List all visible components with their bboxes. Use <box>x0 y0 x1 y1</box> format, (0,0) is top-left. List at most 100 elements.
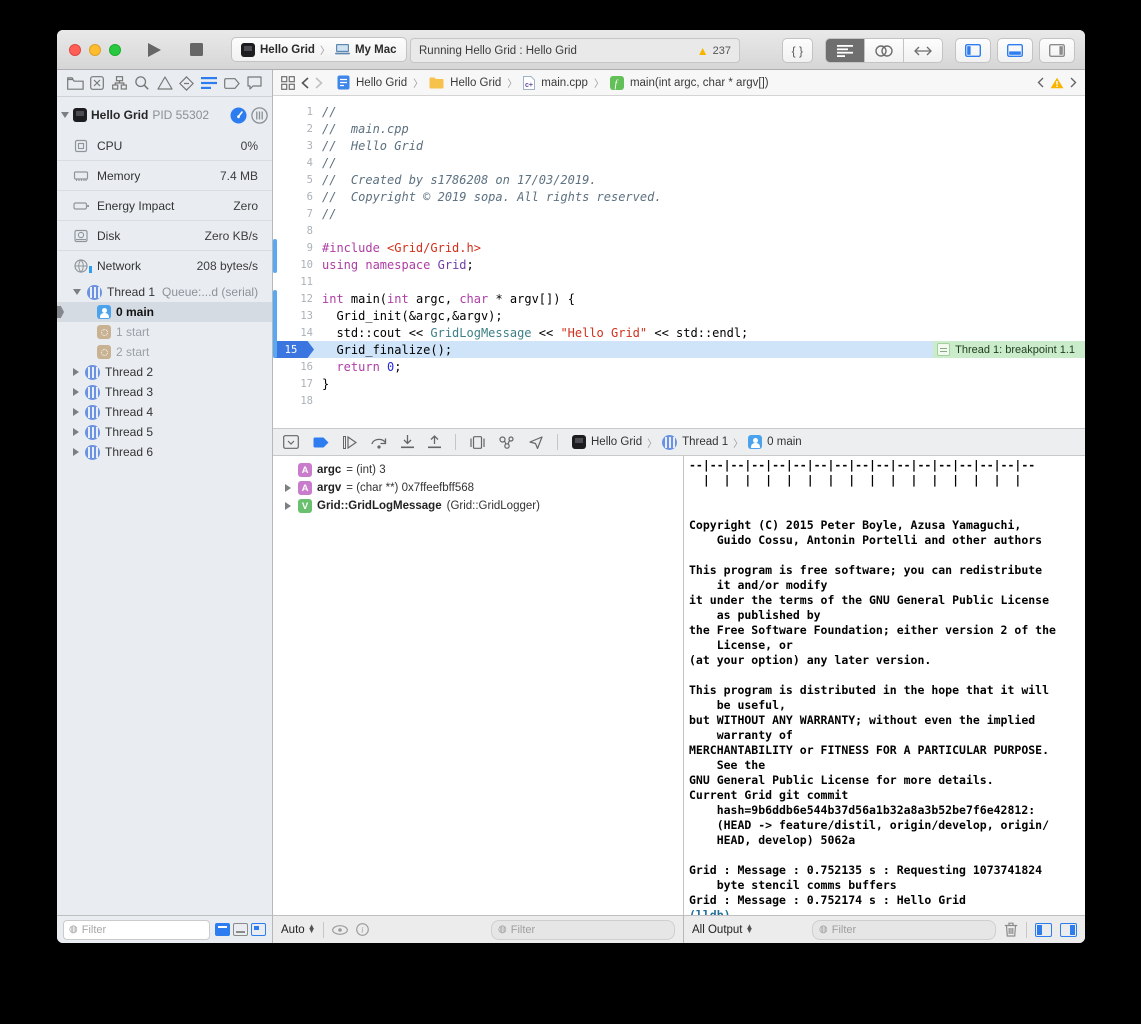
version-editor-button[interactable] <box>904 39 942 62</box>
quick-look-icon[interactable] <box>332 925 348 935</box>
line-number[interactable]: 1 <box>273 106 322 118</box>
source-control-navigator-icon[interactable] <box>87 73 107 93</box>
inspector-toggle-button[interactable] <box>1039 38 1075 63</box>
code-line[interactable]: 17} <box>273 375 1085 392</box>
report-navigator-icon[interactable] <box>244 73 264 93</box>
view-process-by-queue-icon[interactable] <box>251 107 268 124</box>
line-number[interactable]: 18 <box>273 395 322 407</box>
variables-view[interactable]: Aargc= (int) 3Aargv= (char **) 0x7ffeefb… <box>273 456 684 915</box>
thread-row[interactable]: Thread 4 <box>57 402 272 422</box>
breakpoint-navigator-icon[interactable] <box>222 73 242 93</box>
info-icon[interactable]: i <box>356 923 369 936</box>
show-variables-view-button[interactable] <box>1035 923 1052 937</box>
line-number[interactable]: 8 <box>273 225 322 237</box>
run-button[interactable] <box>147 42 162 58</box>
crumb-process[interactable]: Hello Grid <box>591 436 642 448</box>
code-line[interactable]: 8 <box>273 222 1085 239</box>
crumb-frame[interactable]: 0 main <box>767 436 802 448</box>
view-ui-icon[interactable] <box>251 923 266 936</box>
source-editor[interactable]: 1//2// main.cpp3// Hello Grid4//5// Crea… <box>273 96 1085 428</box>
console-filter-field[interactable]: ◍ Filter <box>812 920 996 940</box>
debug-view-hierarchy-button[interactable] <box>470 436 485 449</box>
code-line[interactable]: 4// <box>273 154 1085 171</box>
gauge-row[interactable]: Energy ImpactZero <box>57 190 272 220</box>
assistant-editor-button[interactable] <box>865 39 904 62</box>
step-into-button[interactable] <box>401 435 414 449</box>
project-navigator-icon[interactable] <box>65 73 85 93</box>
scheme-selector[interactable]: Hello Grid 〉 My Mac <box>231 37 407 62</box>
standard-editor-button[interactable] <box>826 39 865 62</box>
line-number[interactable]: 11 <box>273 276 322 288</box>
crumb-project[interactable]: Hello Grid <box>356 77 407 89</box>
test-navigator-icon[interactable] <box>177 73 197 93</box>
thread-row[interactable]: Thread 1Queue:...d (serial) <box>57 282 272 302</box>
stack-frame-row[interactable]: 2 start <box>57 342 272 362</box>
issue-warning-icon[interactable] <box>1050 77 1064 89</box>
variables-filter-field[interactable]: ◍ Filter <box>491 920 675 940</box>
code-line[interactable]: 11 <box>273 273 1085 290</box>
line-number[interactable]: 6 <box>273 191 322 203</box>
code-line[interactable]: 3// Hello Grid <box>273 137 1085 154</box>
code-line[interactable]: 18 <box>273 392 1085 409</box>
related-items-icon[interactable] <box>281 76 295 90</box>
show-console-button[interactable] <box>1060 923 1077 937</box>
crumb-group[interactable]: Hello Grid <box>450 77 501 89</box>
stack-frame-row[interactable]: 1 start <box>57 322 272 342</box>
code-line[interactable]: 9#include <Grid/Grid.h> <box>273 239 1085 256</box>
code-line[interactable]: 2// main.cpp <box>273 120 1085 137</box>
output-selector[interactable]: All Output▲▼ <box>692 924 752 936</box>
breakpoint-marker[interactable]: 15 <box>274 341 314 358</box>
zoom-button[interactable] <box>109 44 121 56</box>
symbol-navigator-icon[interactable] <box>110 73 130 93</box>
line-number[interactable]: 14 <box>273 327 322 339</box>
continue-button[interactable] <box>343 436 357 449</box>
code-line[interactable]: 6// Copyright © 2019 sopa. All rights re… <box>273 188 1085 205</box>
memory-graph-button[interactable] <box>499 436 515 449</box>
code-line[interactable]: 1// <box>273 103 1085 120</box>
thread-row[interactable]: Thread 5 <box>57 422 272 442</box>
step-out-button[interactable] <box>428 435 441 449</box>
variable-row[interactable]: Aargc= (int) 3 <box>273 461 683 479</box>
gauge-row[interactable]: Network208 bytes/s <box>57 250 272 280</box>
gauge-row[interactable]: DiskZero KB/s <box>57 220 272 250</box>
clear-console-button[interactable] <box>1004 922 1018 937</box>
line-number[interactable]: 9 <box>273 242 322 254</box>
disclosure-icon[interactable] <box>73 408 79 416</box>
disclosure-icon[interactable] <box>285 484 291 492</box>
activity-viewer[interactable]: Running Hello Grid : Hello Grid ▲ 237 <box>410 38 740 63</box>
disclosure-icon[interactable] <box>73 388 79 396</box>
disclosure-icon[interactable] <box>73 368 79 376</box>
variable-row[interactable]: Aargv= (char **) 0x7ffeefbff568 <box>273 479 683 497</box>
line-number[interactable]: 10 <box>273 259 322 271</box>
code-line[interactable]: 12int main(int argc, char * argv[]) { <box>273 290 1085 307</box>
next-issue-button[interactable] <box>1070 77 1077 88</box>
process-row[interactable]: Hello Grid PID 55302 <box>57 103 272 127</box>
line-number[interactable]: 3 <box>273 140 322 152</box>
code-line[interactable]: 14 std::cout << GridLogMessage << "Hello… <box>273 324 1085 341</box>
scope-selector[interactable]: Auto▲▼ <box>281 924 315 936</box>
thread-row[interactable]: Thread 3 <box>57 382 272 402</box>
hide-debug-area-button[interactable] <box>283 435 299 449</box>
forward-button[interactable] <box>315 77 323 89</box>
line-number[interactable]: 16 <box>273 361 322 373</box>
gauge-row[interactable]: CPU0% <box>57 131 272 160</box>
code-line[interactable]: 5// Created by s1786208 on 17/03/2019. <box>273 171 1085 188</box>
line-number[interactable]: 2 <box>273 123 322 135</box>
code-line[interactable]: 7// <box>273 205 1085 222</box>
issue-navigator-icon[interactable] <box>155 73 175 93</box>
running-blocks-icon[interactable] <box>233 923 248 936</box>
gauge-row[interactable]: Memory7.4 MB <box>57 160 272 190</box>
navigator-filter-field[interactable]: ◍ Filter <box>63 920 210 940</box>
line-number[interactable]: 12 <box>273 293 322 305</box>
line-number[interactable]: 5 <box>273 174 322 186</box>
disclosure-icon[interactable] <box>285 502 291 510</box>
find-navigator-icon[interactable] <box>132 73 152 93</box>
previous-issue-button[interactable] <box>1037 77 1044 88</box>
variable-row[interactable]: VGrid::GridLogMessage(Grid::GridLogger) <box>273 497 683 515</box>
breakpoints-enabled-button[interactable] <box>313 437 329 448</box>
console-view[interactable]: --|--|--|--|--|--|--|--|--|--|--|--|--|-… <box>684 456 1085 915</box>
stop-button[interactable] <box>190 43 203 56</box>
line-number[interactable]: 4 <box>273 157 322 169</box>
thread-row[interactable]: Thread 6 <box>57 442 272 462</box>
thread-row[interactable]: Thread 2 <box>57 362 272 382</box>
